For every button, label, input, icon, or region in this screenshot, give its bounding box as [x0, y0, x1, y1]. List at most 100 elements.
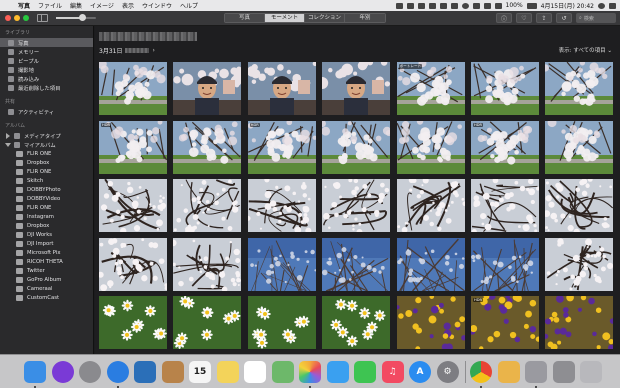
- sidebar-album-item[interactable]: DJI Import: [0, 239, 93, 248]
- photo-thumbnail[interactable]: HDR: [471, 296, 539, 349]
- menu-app-photos[interactable]: 写真: [14, 1, 34, 10]
- photo-thumbnail[interactable]: HDR: [471, 120, 539, 174]
- photo-thumbnail[interactable]: [322, 62, 391, 115]
- photo-thumbnail[interactable]: [173, 179, 242, 232]
- photo-thumbnail[interactable]: [396, 120, 465, 174]
- sidebar-item-activity[interactable]: アクティビティ: [0, 107, 93, 116]
- sidebar-album-item[interactable]: Dropbox: [0, 221, 93, 230]
- reminders-icon[interactable]: [244, 361, 266, 383]
- menu-help[interactable]: ヘルプ: [176, 1, 202, 10]
- dropbox-icon[interactable]: [417, 2, 425, 9]
- photo-thumbnail[interactable]: ポートレート: [396, 62, 465, 115]
- files-icon[interactable]: [552, 361, 575, 383]
- info-icon[interactable]: ⓘ: [496, 13, 512, 23]
- sidebar-toggle-icon[interactable]: [37, 14, 48, 22]
- safari-icon[interactable]: [106, 361, 129, 383]
- zoom-slider-knob[interactable]: [78, 14, 86, 21]
- sidebar-album-item[interactable]: RICOH THETA: [0, 257, 93, 266]
- tab-years[interactable]: 年別: [345, 14, 385, 22]
- system-preferences-icon[interactable]: ⚙: [436, 361, 459, 383]
- photo-thumbnail[interactable]: [396, 237, 465, 291]
- sidebar-album-item[interactable]: FLIR ONE: [0, 203, 93, 212]
- minimize-window-button[interactable]: [14, 15, 20, 21]
- messages-icon[interactable]: [326, 361, 349, 383]
- launchpad-icon[interactable]: [79, 361, 101, 383]
- trash-icon[interactable]: [580, 361, 602, 383]
- sidebar-album-item[interactable]: Cameraal: [0, 284, 93, 293]
- sidebar-album-item[interactable]: Microsoft Pix: [0, 248, 93, 257]
- zoom-slider[interactable]: [56, 14, 96, 21]
- finder-icon[interactable]: [24, 361, 46, 383]
- appstore-icon[interactable]: A: [409, 361, 431, 383]
- menu-window[interactable]: ウインドウ: [138, 1, 176, 10]
- rotate-icon[interactable]: ↺: [556, 13, 572, 23]
- sidebar-album-item[interactable]: CustomCast: [0, 293, 93, 302]
- tab-collections[interactable]: コレクション: [305, 14, 345, 22]
- menu-edit[interactable]: 編集: [66, 1, 86, 10]
- photo-app-icon[interactable]: [497, 361, 520, 383]
- sidebar-album-item[interactable]: DJI Works: [0, 230, 93, 239]
- sidebar-album-item[interactable]: Instagram: [0, 212, 93, 221]
- photo-thumbnail[interactable]: [322, 296, 391, 349]
- battery-percent[interactable]: 100%: [506, 2, 523, 9]
- sidebar-album-item[interactable]: GoPro Album: [0, 275, 93, 284]
- photo-thumbnail[interactable]: HDR: [247, 120, 316, 174]
- status-icon-2[interactable]: [406, 2, 414, 9]
- sidebar-item-places[interactable]: 撮影地: [0, 65, 93, 74]
- sidebar-item-imports[interactable]: 読み込み: [0, 74, 93, 83]
- disclosure-triangle-icon[interactable]: [6, 132, 10, 139]
- photo-thumbnail[interactable]: HDR: [99, 120, 167, 174]
- sidebar-item-media-types[interactable]: メディアタイプ: [0, 131, 93, 140]
- time-machine-icon[interactable]: [461, 2, 469, 9]
- notification-center-icon[interactable]: [609, 2, 616, 9]
- photo-thumbnail[interactable]: [322, 120, 391, 174]
- photo-thumbnail[interactable]: [545, 296, 614, 349]
- status-icon-1[interactable]: [395, 2, 403, 9]
- sidebar-album-item[interactable]: DOBBYPhoto: [0, 185, 93, 194]
- menu-clock[interactable]: 4月15日(月) 20:42: [541, 1, 594, 10]
- menu-view[interactable]: 表示: [118, 1, 138, 10]
- photo-thumbnail[interactable]: [99, 296, 167, 349]
- sidebar-album-item[interactable]: FLIR ONE: [0, 149, 93, 158]
- photo-thumbnail[interactable]: [99, 179, 167, 232]
- automator-icon[interactable]: [525, 361, 547, 383]
- sidebar-item-memories[interactable]: メモリー: [0, 47, 93, 56]
- spotlight-icon[interactable]: [598, 2, 605, 9]
- photo-thumbnail[interactable]: [545, 237, 614, 291]
- sidebar-album-item[interactable]: Skitch: [0, 176, 93, 185]
- bluetooth-icon[interactable]: [472, 2, 480, 9]
- sidebar-item-recently-deleted[interactable]: 最近削除した項目: [0, 83, 93, 92]
- photo-thumbnail[interactable]: [99, 62, 167, 115]
- sidebar-album-item[interactable]: Twitter: [0, 266, 93, 275]
- photo-thumbnail[interactable]: [545, 179, 614, 232]
- notes-icon[interactable]: [161, 361, 184, 383]
- menu-image[interactable]: イメージ: [86, 1, 118, 10]
- photo-thumbnail[interactable]: [322, 179, 391, 232]
- battery-icon[interactable]: [526, 2, 537, 9]
- status-icon-4[interactable]: [439, 2, 447, 9]
- sidebar-album-item[interactable]: DOBBYVideo: [0, 194, 93, 203]
- close-window-button[interactable]: [5, 15, 11, 21]
- photo-thumbnail[interactable]: [99, 237, 167, 291]
- sidebar-item-my-albums[interactable]: マイアルバム: [0, 140, 93, 149]
- photo-thumbnail[interactable]: [247, 179, 316, 232]
- maps-icon[interactable]: [271, 361, 294, 383]
- photo-thumbnail[interactable]: [173, 62, 242, 115]
- status-icon-5[interactable]: [450, 2, 458, 9]
- display-filter-dropdown[interactable]: 表示: すべての項目 ⌄: [559, 46, 612, 54]
- photo-thumbnail[interactable]: [396, 179, 465, 232]
- photo-thumbnail[interactable]: [247, 237, 316, 291]
- photo-thumbnail[interactable]: [322, 237, 391, 291]
- chrome-icon[interactable]: [470, 361, 492, 383]
- photo-thumbnail[interactable]: [173, 296, 242, 349]
- menu-file[interactable]: ファイル: [34, 1, 66, 10]
- calendar-icon[interactable]: 15: [189, 361, 211, 383]
- facetime-icon[interactable]: [354, 361, 376, 383]
- zoom-window-button[interactable]: [23, 15, 29, 21]
- siri-icon[interactable]: [51, 361, 74, 383]
- moment-header[interactable]: 3月31日 ›: [99, 46, 155, 55]
- wifi-icon[interactable]: [483, 2, 491, 9]
- photos-icon[interactable]: [299, 361, 321, 383]
- sidebar-album-item[interactable]: FLIR ONE: [0, 167, 93, 176]
- sidebar-item-photos[interactable]: 写真: [0, 38, 93, 47]
